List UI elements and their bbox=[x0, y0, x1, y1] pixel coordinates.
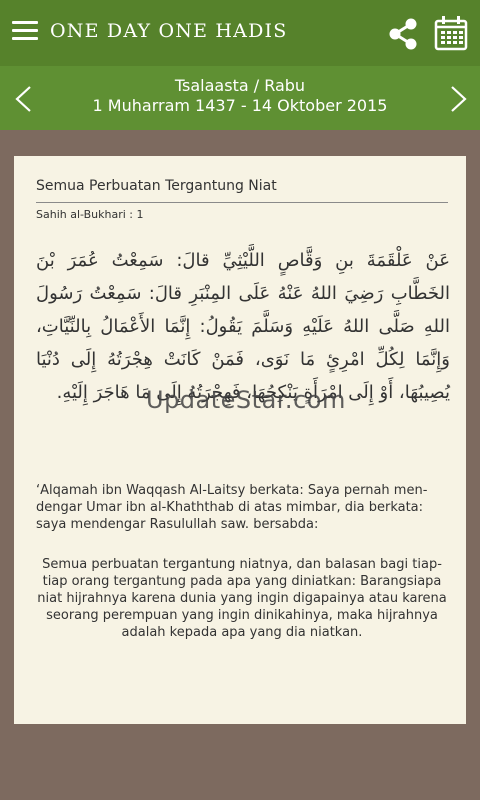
hadith-translation: ‘Alqamah ibn Waqqash Al-Laitsy berkata: … bbox=[36, 483, 428, 532]
title-divider bbox=[36, 202, 448, 203]
calendar-icon[interactable] bbox=[434, 15, 468, 51]
background-strip bbox=[0, 130, 480, 156]
hamburger-menu-icon[interactable] bbox=[12, 21, 38, 43]
background-bottom bbox=[0, 724, 480, 800]
hadith-arabic-text: عَنْ عَلْقَمَةَ بنِ وَقَّاصٍ اللَّيْثِيِ… bbox=[36, 250, 450, 403]
share-icon[interactable] bbox=[386, 17, 420, 51]
date-label: 1 Muharram 1437 - 14 Oktober 2015 bbox=[92, 96, 388, 115]
hijri-day-label: Tsalaasta / Rabu bbox=[174, 76, 306, 95]
hadith-source: Sahih al-Bukhari : 1 bbox=[36, 208, 144, 221]
date-bar: Tsalaasta / Rabu 1 Muharram 1437 - 14 Ok… bbox=[0, 66, 480, 130]
app-title: ONE DAY ONE HADIS bbox=[50, 20, 288, 42]
chevron-right-icon[interactable] bbox=[444, 84, 472, 114]
chevron-left-icon[interactable] bbox=[10, 84, 38, 114]
hadith-title: Semua Perbuatan Tergantung Niat bbox=[36, 178, 277, 194]
watermark-text: UpdateStar.com bbox=[146, 386, 346, 414]
hadith-card[interactable]: Semua Perbuatan Tergantung Niat Sahih al… bbox=[14, 156, 466, 724]
app-bar: ONE DAY ONE HADIS bbox=[0, 0, 480, 66]
hadith-summary: Semua perbuatan tergantung niatnya, dan … bbox=[37, 557, 447, 640]
